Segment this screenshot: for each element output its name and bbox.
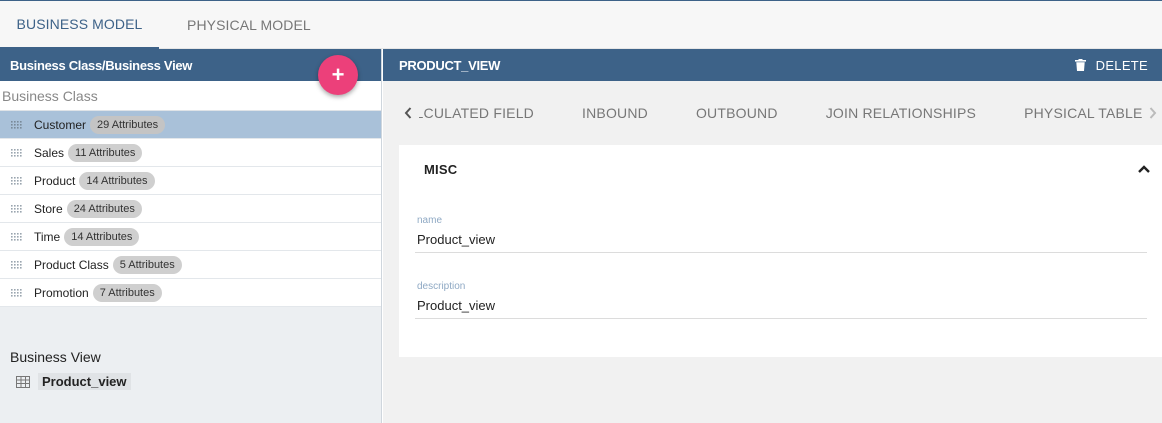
description-field-value[interactable]: Product_view	[415, 298, 1147, 318]
right-panel: PRODUCT_VIEW DELETE CALCULATED FIELD INB…	[383, 49, 1162, 423]
drag-handle-icon[interactable]	[0, 204, 34, 213]
model-tabs: BUSINESS MODEL PHYSICAL MODEL	[0, 1, 1162, 49]
chevron-up-icon[interactable]	[1138, 165, 1150, 173]
table-icon	[16, 375, 30, 388]
list-item[interactable]: Customer 29 Attributes	[0, 111, 381, 139]
tab-inbound[interactable]: INBOUND	[582, 105, 648, 121]
drag-handle-icon[interactable]	[0, 176, 34, 185]
tab-calculated-field[interactable]: CALCULATED FIELD	[419, 105, 534, 121]
chevron-right-icon[interactable]	[1144, 81, 1162, 145]
add-button[interactable]: +	[318, 55, 358, 95]
detail-tabs: CALCULATED FIELD INBOUND OUTBOUND JOIN R…	[383, 81, 1162, 145]
class-name: Product	[34, 173, 76, 188]
class-name: Store	[34, 201, 63, 216]
class-name: Customer	[34, 117, 87, 132]
list-item[interactable]: Promotion 7 Attributes	[0, 279, 381, 307]
tab-outbound[interactable]: OUTBOUND	[696, 105, 778, 121]
attribute-count-badge: 7 Attributes	[92, 283, 162, 302]
class-name: Promotion	[34, 285, 89, 300]
list-item[interactable]: Product 14 Attributes	[0, 167, 381, 195]
attribute-count-badge: 14 Attributes	[64, 227, 140, 246]
plus-icon: +	[331, 62, 345, 87]
chevron-left-icon[interactable]	[397, 107, 419, 119]
tab-business-model[interactable]: BUSINESS MODEL	[0, 1, 159, 49]
business-view-item[interactable]: Product_view	[16, 373, 131, 390]
delete-label: DELETE	[1095, 57, 1148, 73]
list-item[interactable]: Time 14 Attributes	[0, 223, 381, 251]
description-field-label: description	[417, 281, 466, 292]
attribute-count-badge: 24 Attributes	[66, 199, 142, 218]
class-name: Sales	[34, 145, 65, 160]
drag-handle-icon[interactable]	[0, 288, 34, 297]
list-item[interactable]: Store 24 Attributes	[0, 195, 381, 223]
card-title: MISC	[424, 161, 458, 177]
drag-handle-icon[interactable]	[0, 120, 34, 129]
name-field[interactable]: name Product_view	[415, 215, 1147, 253]
attribute-count-badge: 5 Attributes	[112, 255, 182, 274]
list-item[interactable]: Product Class 5 Attributes	[0, 251, 381, 279]
description-field[interactable]: description Product_view	[415, 281, 1147, 319]
business-view-name: Product_view	[38, 373, 131, 390]
misc-card: MISC name Product_view description Produ…	[399, 145, 1162, 357]
class-name: Product Class	[34, 257, 109, 272]
delete-button[interactable]: DELETE	[1074, 57, 1148, 73]
name-field-label: name	[417, 215, 443, 226]
class-name: Time	[34, 229, 61, 244]
drag-handle-icon[interactable]	[0, 148, 34, 157]
business-class-list: Customer 29 Attributes Sales 11 Attribut…	[0, 111, 381, 307]
name-field-value[interactable]: Product_view	[415, 232, 1147, 252]
tab-physical-table[interactable]: PHYSICAL TABLE	[1024, 105, 1142, 121]
page-title: PRODUCT_VIEW	[399, 57, 501, 73]
attribute-count-badge: 11 Attributes	[68, 143, 143, 162]
left-panel: Business Class/Business View + Business …	[0, 49, 382, 423]
right-panel-header: PRODUCT_VIEW DELETE	[383, 49, 1162, 81]
tab-join-relationships[interactable]: JOIN RELATIONSHIPS	[826, 105, 976, 121]
drag-handle-icon[interactable]	[0, 260, 34, 269]
trash-icon	[1074, 59, 1086, 71]
tab-physical-model[interactable]: PHYSICAL MODEL	[159, 1, 333, 49]
attribute-count-badge: 14 Attributes	[79, 171, 155, 190]
drag-handle-icon[interactable]	[0, 232, 34, 241]
business-view-label: Business View	[10, 349, 101, 365]
list-item[interactable]: Sales 11 Attributes	[0, 139, 381, 167]
attribute-count-badge: 29 Attributes	[90, 115, 166, 134]
misc-card-header[interactable]: MISC	[399, 145, 1162, 193]
